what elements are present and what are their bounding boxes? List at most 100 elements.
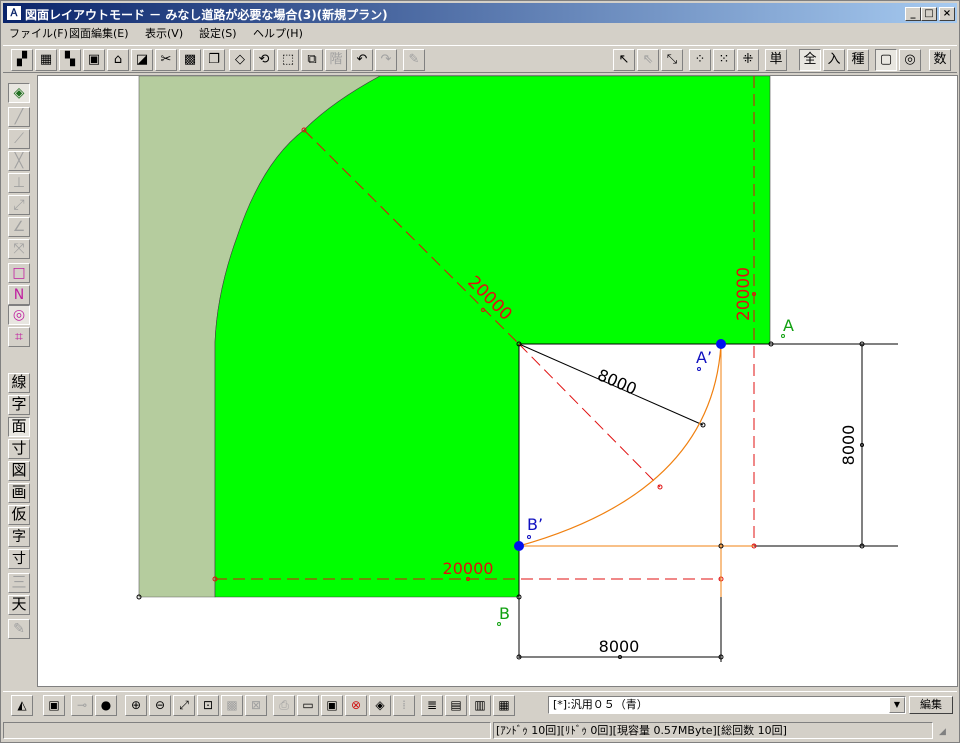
drawing-canvas[interactable]: 20000 20000 20000 8000 8000 8000 A A’ B … [37,75,958,687]
tool-face[interactable]: 面 [8,417,30,437]
rotate-icon[interactable]: ⟲ [253,49,275,71]
parts-icon[interactable]: ▩ [179,49,201,71]
angle-icon[interactable]: ∠ [8,217,30,237]
tool-ceiling[interactable]: 天 [8,595,30,615]
view-icon[interactable]: ▣ [83,49,105,71]
zoom-window-icon[interactable]: ⤢ [173,695,195,716]
title-bar[interactable]: Ａ 図面レイアウトモード － みなし道路が必要な場合(3)(新規プラン) _ □… [3,3,957,23]
copy-icon[interactable]: ▚ [59,49,81,71]
menu-bar: ファイル(F) 図面編集(E) 表示(V) 設定(S) ヘルプ(H) [3,23,957,41]
tool-text[interactable]: 字 [8,395,30,415]
move-icon[interactable]: ◪ [131,49,153,71]
frame-icon[interactable]: ▢ [875,49,897,71]
main-toolbar: ▞ ▦ ▚ ▣ ⌂ ◪ ✂ ▩ ❐ ◇ ⟲ ⬚ ⧉ 階 ↶ ↷ ✎ ↖ ⇖ ⤡ … [3,45,957,73]
pick-icon[interactable]: ⤡ [661,49,683,71]
undo-icon[interactable]: ↶ [351,49,373,71]
pen-icon[interactable]: ✎ [8,619,30,639]
polyline-tool-icon[interactable]: N [8,285,30,305]
tool-figure[interactable]: 図 [8,461,30,481]
maximize-button[interactable]: □ [921,7,937,21]
paint-icon[interactable]: ◭ [11,695,33,716]
tool-three[interactable]: 三 [8,573,30,593]
frame-tool-icon[interactable]: ⌗ [8,327,30,347]
menu-view[interactable]: 表示(V) [145,25,183,41]
status-bar: [ｱﾝﾄﾞｩ 10回][ﾘﾄﾞｩ 0回][現容量 0.57MByte][総回数 … [3,721,957,741]
text-convert-icon[interactable]: 字 [8,527,30,547]
label-a-prime: A’ [696,348,712,367]
all-button[interactable]: 全 [799,49,821,71]
label-a: A [783,316,794,335]
menu-settings[interactable]: 設定(S) [199,25,237,41]
extend-icon[interactable]: ⤢ [8,195,30,215]
single-button[interactable]: 単 [765,49,787,71]
house-icon[interactable]: ⌂ [107,49,129,71]
transform-icon[interactable]: ⬚ [277,49,299,71]
grid-select-icon[interactable]: ▦ [35,49,57,71]
input-button[interactable]: 入 [823,49,845,71]
list-icon[interactable]: ≣ [421,695,443,716]
resize-grip-icon[interactable]: ◢ [939,725,953,739]
target-icon[interactable]: ◎ [899,49,921,71]
minimize-button[interactable]: _ [905,7,921,21]
left-toolbar: ◈ ╱ ⟋ ╳ ⊥ ⤢ ∠ ⤧ □ N ◎ ⌗ 線 字 面 寸 図 画 仮 字 … [3,77,35,687]
green-area [214,76,771,598]
redo-icon[interactable]: ↷ [375,49,397,71]
zoom-fit-icon[interactable]: ⊡ [197,695,219,716]
perpendicular-icon[interactable]: ⊥ [8,173,30,193]
kind-button[interactable]: 種 [847,49,869,71]
app-window: Ａ 図面レイアウトモード － みなし道路が必要な場合(3)(新規プラン) _ □… [0,0,960,743]
print-icon[interactable]: ⎙ [273,695,295,716]
pin-tool-icon[interactable]: ⊸ [71,695,93,716]
line-tool-icon[interactable]: ╱ [8,107,30,127]
app-icon: Ａ [6,5,22,21]
page-shadow-icon[interactable]: ▣ [321,695,343,716]
zoom-prev-icon[interactable]: ⊠ [245,695,267,716]
tool-image[interactable]: 画 [8,483,30,503]
layer-select[interactable]: [*]:汎用０５（青） ▼ [548,696,906,714]
grid-dots-icon[interactable]: ⁞ [393,695,415,716]
pointer-multi-icon[interactable]: ⇖ [637,49,659,71]
label-right-8000: 8000 [839,425,858,466]
offset-icon[interactable]: ⤧ [8,239,30,259]
line-point-icon[interactable]: ⟋ [8,129,30,149]
chevron-down-icon[interactable]: ▼ [889,697,905,713]
pointer-icon[interactable]: ↖ [613,49,635,71]
zoom-all-icon[interactable]: ▩ [221,695,243,716]
page-icon[interactable]: ▭ [297,695,319,716]
cross-icon[interactable]: ╳ [8,151,30,171]
tool-temporary[interactable]: 仮 [8,505,30,525]
layer-3-icon[interactable]: ▦ [493,695,515,716]
edit-button[interactable]: 編集 [909,696,953,714]
layout-icon[interactable]: ▞ [11,49,33,71]
box-icon[interactable]: ◈ [369,695,391,716]
layer-select-value: [*]:汎用０５（青） [553,698,648,711]
close-button[interactable]: × [939,7,955,21]
cut-icon[interactable]: ✂ [155,49,177,71]
tag-icon[interactable]: ◈ [8,83,30,103]
snap-2-icon[interactable]: ⁙ [713,49,735,71]
zoom-in-icon[interactable]: ⊕ [125,695,147,716]
menu-help[interactable]: ヘルプ(H) [253,25,303,41]
floor-icon[interactable]: 階 [325,49,347,71]
layer-1-icon[interactable]: ▤ [445,695,467,716]
drawing-svg: 20000 20000 20000 8000 8000 8000 A A’ B … [136,76,898,662]
circle-tool-icon[interactable]: ◎ [8,305,30,325]
eraser-icon[interactable]: ◇ [229,49,251,71]
menu-edit[interactable]: 図面編集(E) [69,25,129,41]
frame-view-icon[interactable]: ▣ [43,695,65,716]
menu-file[interactable]: ファイル(F) [9,25,68,41]
rectangle-tool-icon[interactable]: □ [8,263,30,283]
zoom-out-icon[interactable]: ⊖ [149,695,171,716]
duplicate-icon[interactable]: ⧉ [301,49,323,71]
number-button[interactable]: 数 [929,49,951,71]
layer-2-icon[interactable]: ▥ [469,695,491,716]
snap-3-icon[interactable]: ⁜ [737,49,759,71]
dim-convert-icon[interactable]: 寸 [8,549,30,569]
overlap-icon[interactable]: ❐ [203,49,225,71]
pin-icon[interactable]: ✎ [403,49,425,71]
dot-icon[interactable]: ● [95,695,117,716]
tool-dimension[interactable]: 寸 [8,439,30,459]
tool-line[interactable]: 線 [8,373,30,393]
stop-icon[interactable]: ⊗ [345,695,367,716]
snap-1-icon[interactable]: ⁘ [689,49,711,71]
